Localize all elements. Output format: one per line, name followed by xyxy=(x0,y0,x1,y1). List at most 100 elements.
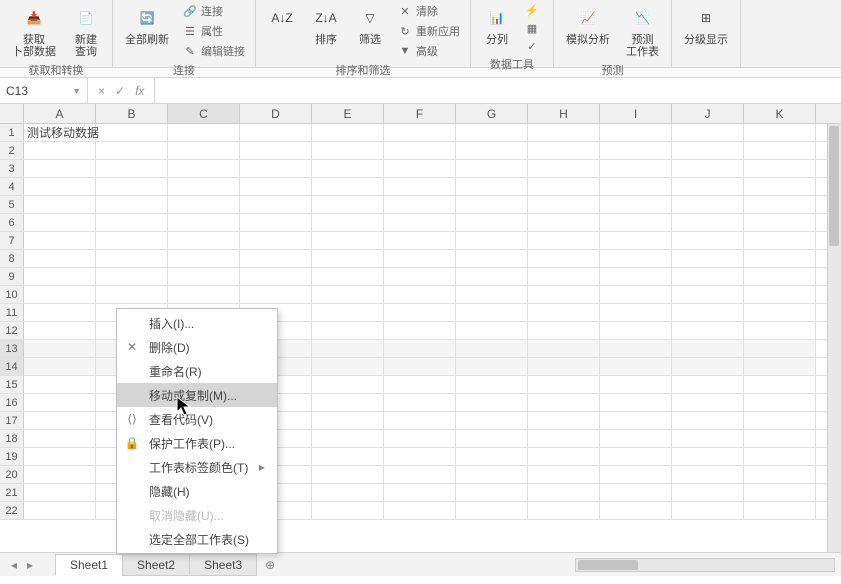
cell-J14[interactable] xyxy=(672,358,744,375)
cell-D4[interactable] xyxy=(240,178,312,195)
col-header-C[interactable]: C xyxy=(168,104,240,123)
add-sheet-button[interactable]: ⊕ xyxy=(257,558,277,572)
cell-F19[interactable] xyxy=(384,448,456,465)
cell-A20[interactable] xyxy=(24,466,96,483)
cell-E10[interactable] xyxy=(312,286,384,303)
cell-A2[interactable] xyxy=(24,142,96,159)
cell-A18[interactable] xyxy=(24,430,96,447)
col-header-H[interactable]: H xyxy=(528,104,600,123)
cell-F6[interactable] xyxy=(384,214,456,231)
cell-D2[interactable] xyxy=(240,142,312,159)
outline-button[interactable]: ⊞分级显示 xyxy=(680,2,732,48)
cell-J2[interactable] xyxy=(672,142,744,159)
cell-I9[interactable] xyxy=(600,268,672,285)
cell-H13[interactable] xyxy=(528,340,600,357)
cancel-icon[interactable]: × xyxy=(98,84,105,98)
cell-A3[interactable] xyxy=(24,160,96,177)
cell-G11[interactable] xyxy=(456,304,528,321)
cell-A15[interactable] xyxy=(24,376,96,393)
new-query-button[interactable]: 📄新建查询 xyxy=(68,2,104,60)
enter-icon[interactable]: ✓ xyxy=(115,84,125,98)
formula-input[interactable] xyxy=(155,78,841,103)
row-header-1[interactable]: 1 xyxy=(0,124,24,141)
cell-E9[interactable] xyxy=(312,268,384,285)
cell-E15[interactable] xyxy=(312,376,384,393)
cell-F5[interactable] xyxy=(384,196,456,213)
cell-I20[interactable] xyxy=(600,466,672,483)
row-header-21[interactable]: 21 xyxy=(0,484,24,501)
cell-E5[interactable] xyxy=(312,196,384,213)
cell-K8[interactable] xyxy=(744,250,816,267)
cell-G17[interactable] xyxy=(456,412,528,429)
row-header-7[interactable]: 7 xyxy=(0,232,24,249)
cell-I5[interactable] xyxy=(600,196,672,213)
cell-I6[interactable] xyxy=(600,214,672,231)
cell-G13[interactable] xyxy=(456,340,528,357)
cell-I8[interactable] xyxy=(600,250,672,267)
cell-J22[interactable] xyxy=(672,502,744,519)
cell-I3[interactable] xyxy=(600,160,672,177)
col-header-G[interactable]: G xyxy=(456,104,528,123)
cell-G6[interactable] xyxy=(456,214,528,231)
cell-I14[interactable] xyxy=(600,358,672,375)
remove-dup-button[interactable]: ▦ xyxy=(523,20,545,36)
cell-I16[interactable] xyxy=(600,394,672,411)
cell-K1[interactable] xyxy=(744,124,816,141)
vscroll-thumb[interactable] xyxy=(829,126,839,246)
cell-D9[interactable] xyxy=(240,268,312,285)
row-header-10[interactable]: 10 xyxy=(0,286,24,303)
cell-E6[interactable] xyxy=(312,214,384,231)
row-header-8[interactable]: 8 xyxy=(0,250,24,267)
cell-G16[interactable] xyxy=(456,394,528,411)
cell-F16[interactable] xyxy=(384,394,456,411)
cell-I15[interactable] xyxy=(600,376,672,393)
cell-E2[interactable] xyxy=(312,142,384,159)
row-header-6[interactable]: 6 xyxy=(0,214,24,231)
cell-F12[interactable] xyxy=(384,322,456,339)
cell-C9[interactable] xyxy=(168,268,240,285)
col-header-J[interactable]: J xyxy=(672,104,744,123)
cell-J17[interactable] xyxy=(672,412,744,429)
cell-C4[interactable] xyxy=(168,178,240,195)
cell-I22[interactable] xyxy=(600,502,672,519)
cell-B9[interactable] xyxy=(96,268,168,285)
cell-F1[interactable] xyxy=(384,124,456,141)
cell-B6[interactable] xyxy=(96,214,168,231)
cell-H17[interactable] xyxy=(528,412,600,429)
forecast-sheet-button[interactable]: 📉预测工作表 xyxy=(622,2,663,60)
cell-G12[interactable] xyxy=(456,322,528,339)
cell-K4[interactable] xyxy=(744,178,816,195)
cell-E22[interactable] xyxy=(312,502,384,519)
cell-E3[interactable] xyxy=(312,160,384,177)
col-header-E[interactable]: E xyxy=(312,104,384,123)
cell-H6[interactable] xyxy=(528,214,600,231)
cell-I1[interactable] xyxy=(600,124,672,141)
sheet-tab-sheet1[interactable]: Sheet1 xyxy=(55,554,123,576)
chevron-down-icon[interactable]: ▼ xyxy=(72,86,81,96)
name-box[interactable]: C13 ▼ xyxy=(0,78,88,103)
edit-links-button[interactable]: ✎编辑链接 xyxy=(181,42,247,60)
cell-I2[interactable] xyxy=(600,142,672,159)
row-header-15[interactable]: 15 xyxy=(0,376,24,393)
row-header-14[interactable]: 14 xyxy=(0,358,24,375)
cell-H12[interactable] xyxy=(528,322,600,339)
cell-E14[interactable] xyxy=(312,358,384,375)
cell-I11[interactable] xyxy=(600,304,672,321)
connections-button[interactable]: 🔗连接 xyxy=(181,2,247,20)
cell-A21[interactable] xyxy=(24,484,96,501)
cell-B5[interactable] xyxy=(96,196,168,213)
tab-nav-prev[interactable]: ◂ xyxy=(6,557,22,573)
cell-K11[interactable] xyxy=(744,304,816,321)
col-header-F[interactable]: F xyxy=(384,104,456,123)
cell-G15[interactable] xyxy=(456,376,528,393)
fx-icon[interactable]: fx xyxy=(135,84,144,98)
cell-J6[interactable] xyxy=(672,214,744,231)
col-header-D[interactable]: D xyxy=(240,104,312,123)
row-header-19[interactable]: 19 xyxy=(0,448,24,465)
col-header-I[interactable]: I xyxy=(600,104,672,123)
cell-A12[interactable] xyxy=(24,322,96,339)
cell-G5[interactable] xyxy=(456,196,528,213)
data-validation-button[interactable]: ✓ xyxy=(523,38,545,54)
cell-J11[interactable] xyxy=(672,304,744,321)
cell-H15[interactable] xyxy=(528,376,600,393)
